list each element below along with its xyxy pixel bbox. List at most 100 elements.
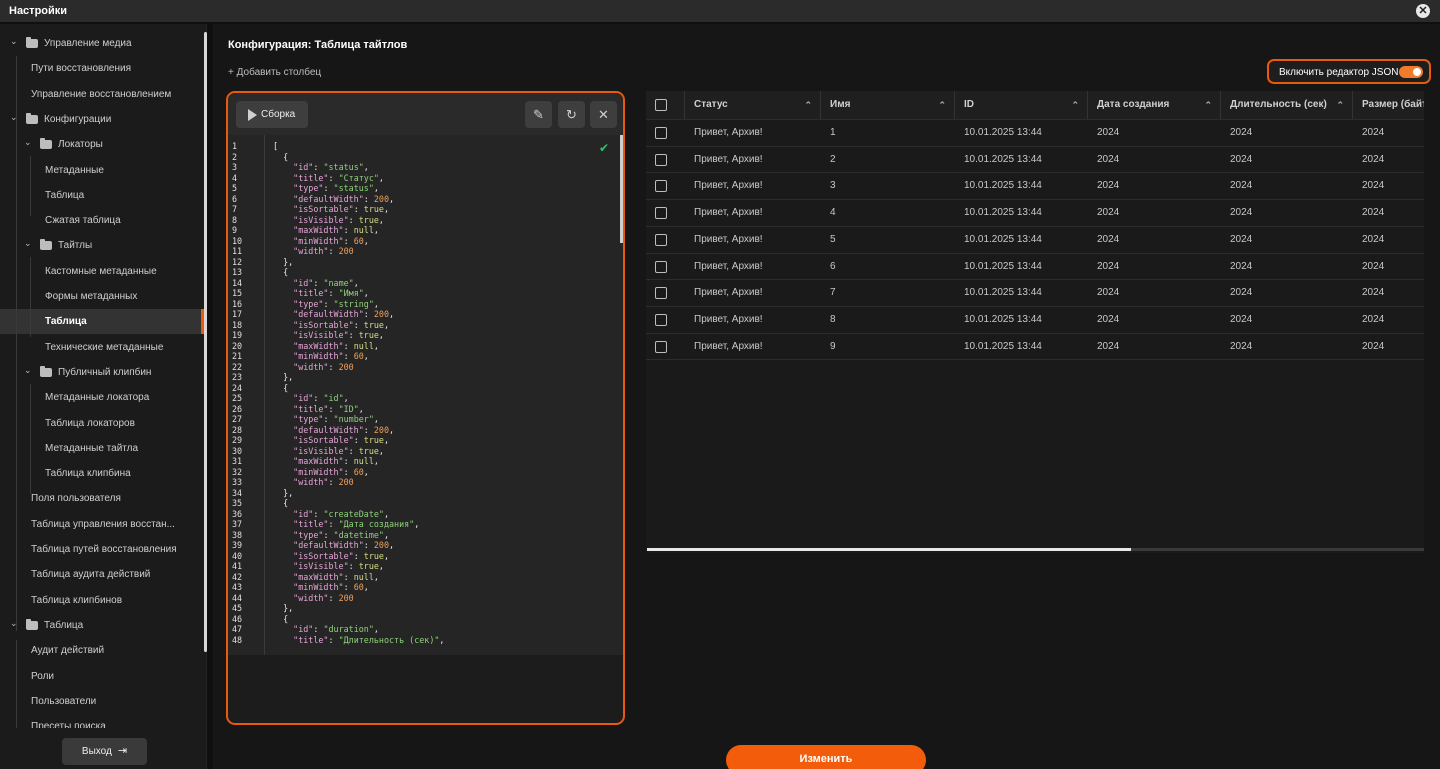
close-window-button[interactable]: ✕ <box>1416 4 1430 18</box>
chevron-down-icon[interactable]: ⌄ <box>10 29 20 54</box>
sort-icon[interactable]: ⌃ <box>1336 91 1344 119</box>
folder-icon <box>26 618 38 630</box>
row-checkbox[interactable] <box>655 233 667 246</box>
column-resize-handle[interactable] <box>820 91 821 119</box>
line-number: 24 <box>232 382 243 393</box>
sidebar-item[interactable]: Управление восстановлением <box>0 82 204 107</box>
sidebar-item[interactable]: Таблица путей восстановления <box>0 537 204 562</box>
row-checkbox[interactable] <box>655 153 667 166</box>
row-checkbox[interactable] <box>655 313 667 326</box>
column-resize-handle[interactable] <box>1087 91 1088 119</box>
settings-window: Настройки ✕ ⌄ Управление медиа Пути восста… <box>0 0 1440 769</box>
column-header[interactable]: Длительность (сек) ⌃ <box>1230 91 1352 119</box>
sidebar-scrollbar[interactable] <box>204 32 207 652</box>
chevron-down-icon[interactable]: ⌄ <box>24 231 34 256</box>
column-header[interactable]: Дата создания ⌃ <box>1097 91 1220 119</box>
table-cell: Привет, Архив! <box>694 313 763 325</box>
table-cell: 2024 <box>1362 153 1385 165</box>
reset-icon: ↻ <box>566 107 577 122</box>
sidebar-item[interactable]: Роли <box>0 664 204 689</box>
column-resize-handle[interactable] <box>1352 91 1353 119</box>
table-row[interactable]: Привет, Архив! 4 10.01.2025 13:44 2024 2024 2… <box>646 199 1424 226</box>
chevron-down-icon[interactable]: ⌄ <box>24 358 34 383</box>
json-editor-toggle[interactable] <box>1399 66 1423 78</box>
column-resize-handle[interactable] <box>954 91 955 119</box>
line-number: 20 <box>232 340 243 351</box>
row-checkbox[interactable] <box>655 180 667 193</box>
column-header[interactable]: Статус ⌃ <box>694 91 820 119</box>
sidebar-item[interactable]: ⌄ Управление медиа <box>0 31 204 56</box>
column-resize-handle[interactable] <box>1220 91 1221 119</box>
sidebar-item[interactable]: ⌄ Таблица <box>0 613 204 638</box>
table-row[interactable]: Привет, Архив! 3 10.01.2025 13:44 2024 2024 2… <box>646 172 1424 199</box>
code-line: "type": "number", <box>293 414 379 424</box>
sidebar-item[interactable]: Технические метаданные <box>0 335 204 360</box>
editor-scrollbar[interactable] <box>620 135 623 243</box>
code-line: "minWidth": 60, <box>293 351 369 361</box>
line-number: 33 <box>232 477 243 487</box>
sidebar-item[interactable]: ⌄ Конфигурации <box>0 107 204 132</box>
sort-icon[interactable]: ⌃ <box>1071 91 1079 119</box>
sidebar-item-label: Пресеты поиска <box>31 721 106 728</box>
sidebar-item[interactable]: Таблица управления восстан... <box>0 512 204 537</box>
sidebar-item[interactable]: Пути восстановления <box>0 56 204 81</box>
sidebar-item[interactable]: ⌄ Локаторы <box>0 132 204 157</box>
row-checkbox[interactable] <box>655 127 667 139</box>
sidebar-item[interactable]: Таблица клипбинов <box>0 588 204 613</box>
column-resize-handle[interactable] <box>684 91 685 119</box>
sidebar-item[interactable]: ⌄ Тайтлы <box>0 233 204 258</box>
build-button[interactable]: Сборка <box>236 101 308 128</box>
row-checkbox[interactable] <box>655 287 667 300</box>
tree-guide-line <box>16 56 17 134</box>
logout-button[interactable]: Выход ⇥ <box>62 738 147 765</box>
json-editor-toggle-group[interactable]: Включить редактор JSON <box>1267 59 1431 84</box>
edit-button[interactable]: ✎ <box>525 101 552 128</box>
column-header[interactable]: Имя ⌃ <box>830 91 954 119</box>
table-row[interactable]: Привет, Архив! 9 10.01.2025 13:44 2024 2024 2… <box>646 332 1424 360</box>
table-cell: 1 <box>830 127 836 138</box>
chevron-down-icon[interactable]: ⌄ <box>24 130 34 155</box>
add-column-button[interactable]: + Добавить столбец <box>228 67 321 78</box>
sort-icon[interactable]: ⌃ <box>1204 91 1212 119</box>
clear-button[interactable]: ✕ <box>590 101 617 128</box>
table-horizontal-scrollbar[interactable] <box>647 548 1131 551</box>
table-cell: 2024 <box>1230 207 1253 219</box>
reset-button[interactable]: ↻ <box>558 101 585 128</box>
sidebar-item-label: Роли <box>31 670 54 682</box>
row-checkbox[interactable] <box>655 207 667 220</box>
code-line: "id": "duration", <box>293 624 379 634</box>
table-row[interactable]: Привет, Архив! 7 10.01.2025 13:44 2024 2024 2… <box>646 279 1424 306</box>
table-row[interactable]: Привет, Архив! 6 10.01.2025 13:44 2024 2024 2… <box>646 252 1424 280</box>
table-row[interactable]: Привет, Архив! 8 10.01.2025 13:44 2024 2024 2… <box>646 305 1424 333</box>
column-header[interactable]: Размер (байт <box>1362 91 1424 119</box>
submit-button[interactable]: Изменить <box>726 745 926 769</box>
sidebar-item[interactable]: Пользователи <box>0 689 204 714</box>
sidebar-item[interactable]: Таблица аудита действий <box>0 562 204 587</box>
line-number-gutter: 1 2 3 4 5 6 7 8 9 10 11 12 13 14 15 16 17 18 19 20 21 22 23 24 2… <box>228 135 265 655</box>
row-checkbox[interactable] <box>655 260 667 273</box>
sidebar-item-label: Кастомные метаданные <box>45 265 157 277</box>
line-number: 23 <box>232 372 243 382</box>
editor-toolbar: Сборка ✎ ↻ ✕ <box>228 93 623 135</box>
sidebar-item[interactable]: Аудит действий <box>0 638 204 663</box>
table-cell: 10.01.2025 13:44 <box>964 153 1042 165</box>
line-number: 7 <box>232 204 238 214</box>
sidebar-item[interactable]: Пресеты поиска <box>0 714 204 728</box>
table-cell: 10.01.2025 13:44 <box>964 233 1042 245</box>
chevron-down-icon[interactable]: ⌄ <box>10 611 20 636</box>
sort-icon[interactable]: ⌃ <box>938 91 946 119</box>
column-header[interactable]: ID ⌃ <box>964 91 1087 119</box>
select-all-checkbox[interactable] <box>655 99 667 111</box>
table-row[interactable]: Привет, Архив! 5 10.01.2025 13:44 2024 2024 2… <box>646 225 1424 253</box>
chevron-down-icon[interactable]: ⌄ <box>10 105 20 130</box>
table-row[interactable]: Привет, Архив! 1 10.01.2025 13:44 2024 2024 2… <box>646 119 1424 146</box>
code-area[interactable]: 1 2 3 4 5 6 7 8 9 10 11 12 13 14 15 16 17 18 19 20 21 22 23 24 2… <box>228 135 623 655</box>
folder-icon <box>40 239 52 251</box>
line-number: 22 <box>232 361 243 372</box>
sidebar-item-label: Конфигурации <box>44 113 112 125</box>
line-number: 9 <box>232 225 238 235</box>
sort-icon[interactable]: ⌃ <box>804 91 812 119</box>
row-checkbox[interactable] <box>655 340 667 353</box>
table-row[interactable]: Привет, Архив! 2 10.01.2025 13:44 2024 2024 2… <box>646 145 1424 173</box>
sidebar-item[interactable]: ⌄ Публичный клипбин <box>0 360 204 385</box>
